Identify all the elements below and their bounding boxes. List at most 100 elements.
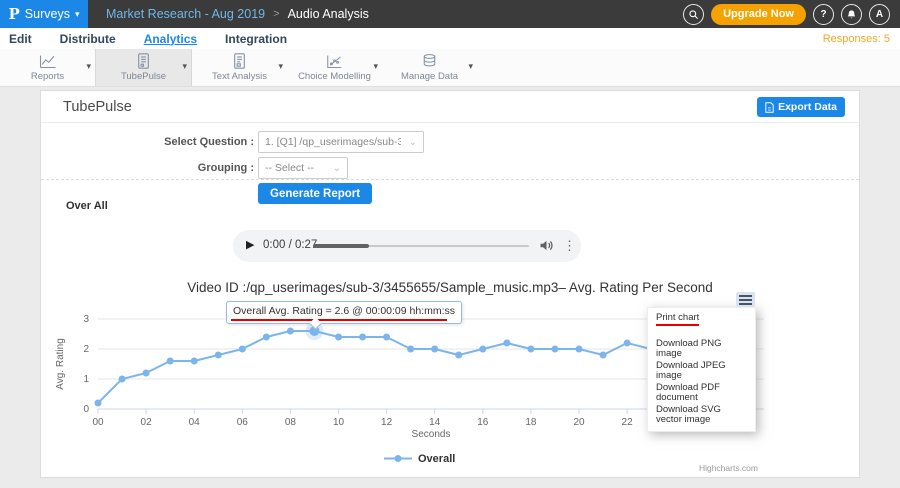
legend-marker-point — [395, 455, 402, 462]
x-tick-label: 04 — [189, 417, 201, 428]
toolbar-tab-manage-data[interactable]: Manage Data ▾ — [382, 49, 477, 86]
y-tick-label: 0 — [83, 404, 89, 415]
tooltip-text: Overall Avg. Rating = 2.6 @ 00:00:09 hh:… — [233, 305, 455, 317]
hamburger-icon — [739, 295, 752, 297]
data-point[interactable] — [263, 334, 270, 341]
toolbar-tab-label: Reports — [31, 71, 64, 82]
data-point[interactable] — [215, 352, 222, 359]
topbar: P Surveys ▾ Market Research - Aug 2019 >… — [0, 0, 900, 28]
menu-item-download-png[interactable]: Download PNG image — [648, 338, 755, 360]
help-button[interactable]: ? — [813, 4, 834, 25]
search-icon — [688, 9, 699, 20]
chart-context-menu: Print chart Download PNG image Download … — [647, 307, 756, 432]
brand-label: Surveys — [25, 7, 70, 21]
data-point[interactable] — [191, 358, 198, 365]
data-point[interactable] — [551, 346, 558, 353]
x-tick-label: 20 — [573, 417, 585, 428]
x-axis-title: Seconds — [412, 429, 451, 440]
data-point[interactable] — [383, 334, 390, 341]
toolbar-tab-label: TubePulse — [121, 71, 166, 82]
y-tick-label: 3 — [83, 314, 89, 325]
chevron-down-icon[interactable]: ▾ — [86, 61, 91, 72]
line-chart-icon — [39, 53, 57, 69]
toolbar-tab-label: Manage Data — [401, 71, 458, 82]
notifications-button[interactable] — [841, 4, 862, 25]
data-point[interactable] — [479, 346, 486, 353]
analytics-toolbar: Reports ▾ TubePulse ▾ Text Analysis ▾ Ch… — [0, 49, 900, 87]
chart-tooltip: Overall Avg. Rating = 2.6 @ 00:00:09 hh:… — [226, 301, 462, 324]
text-document-icon — [233, 53, 246, 69]
toolbar-tab-label: Choice Modelling — [298, 71, 371, 82]
data-point[interactable] — [95, 400, 102, 407]
data-point[interactable] — [143, 370, 150, 377]
toolbar-tab-label: Text Analysis — [212, 71, 267, 82]
tubepulse-panel: TubePulse Export Data Select Question : … — [40, 90, 860, 478]
menu-item-download-jpeg[interactable]: Download JPEG image — [648, 360, 755, 382]
database-icon — [422, 53, 437, 69]
menu-item-print-chart[interactable]: Print chart — [648, 312, 755, 326]
x-tick-label: 08 — [285, 417, 297, 428]
survey-nav: Edit Distribute Analytics Integration Re… — [0, 28, 900, 50]
bell-icon — [846, 9, 857, 20]
data-point[interactable] — [335, 334, 342, 341]
breadcrumb-current: Audio Analysis — [288, 7, 369, 21]
menu-separator — [648, 326, 755, 338]
search-button[interactable] — [683, 4, 704, 25]
x-tick-label: 02 — [141, 417, 153, 428]
account-avatar[interactable]: A — [869, 4, 890, 25]
toolbar-tab-reports[interactable]: Reports ▾ — [0, 49, 95, 86]
breadcrumb-separator: > — [273, 8, 279, 20]
breadcrumb-survey-link[interactable]: Market Research - Aug 2019 — [106, 7, 265, 21]
tooltip-underline — [231, 319, 447, 322]
data-point[interactable] — [600, 352, 607, 359]
nav-edit[interactable]: Edit — [9, 32, 32, 46]
data-point[interactable] — [455, 352, 462, 359]
data-point[interactable] — [431, 346, 438, 353]
x-tick-label: 14 — [429, 417, 441, 428]
upgrade-now-button[interactable]: Upgrade Now — [711, 4, 806, 25]
data-point[interactable] — [287, 328, 294, 335]
data-point[interactable] — [119, 376, 126, 383]
chevron-down-icon[interactable]: ▾ — [468, 61, 473, 72]
surveys-menu-button[interactable]: P Surveys ▾ — [0, 0, 88, 28]
x-tick-label: 00 — [92, 417, 104, 428]
x-tick-label: 22 — [622, 417, 634, 428]
data-point[interactable] — [624, 340, 631, 347]
scatter-chart-icon — [326, 53, 343, 69]
y-axis-title: Avg. Rating — [55, 338, 66, 390]
legend-label: Overall — [418, 453, 455, 465]
highcharts-credit: Highcharts.com — [699, 463, 758, 473]
toolbar-tab-choice-modelling[interactable]: Choice Modelling ▾ — [287, 49, 382, 86]
data-point[interactable] — [527, 346, 534, 353]
toolbar-tab-tubepulse[interactable]: TubePulse ▾ — [95, 49, 192, 86]
x-tick-label: 16 — [477, 417, 489, 428]
x-tick-label: 10 — [333, 417, 345, 428]
chevron-down-icon[interactable]: ▾ — [278, 61, 283, 72]
data-point[interactable] — [167, 358, 174, 365]
chevron-down-icon: ▾ — [75, 9, 80, 20]
data-point[interactable] — [359, 334, 366, 341]
y-tick-label: 2 — [83, 344, 89, 355]
pulse-report-icon — [137, 53, 150, 69]
questionpro-logo-icon: P — [9, 7, 20, 22]
topbar-actions: Upgrade Now ? A — [683, 4, 900, 25]
x-tick-label: 12 — [381, 417, 393, 428]
x-tick-label: 06 — [237, 417, 249, 428]
data-point[interactable] — [239, 346, 246, 353]
responses-count: Responses: 5 — [823, 33, 890, 45]
nav-integration[interactable]: Integration — [225, 32, 287, 46]
menu-item-download-pdf[interactable]: Download PDF document — [648, 382, 755, 404]
nav-distribute[interactable]: Distribute — [60, 32, 116, 46]
toolbar-tab-text-analysis[interactable]: Text Analysis ▾ — [192, 49, 287, 86]
data-point[interactable] — [503, 340, 510, 347]
data-point[interactable] — [407, 346, 414, 353]
chevron-down-icon[interactable]: ▾ — [182, 61, 187, 72]
breadcrumb: Market Research - Aug 2019 > Audio Analy… — [106, 7, 369, 21]
x-tick-label: 18 — [525, 417, 537, 428]
data-point[interactable] — [576, 346, 583, 353]
nav-analytics[interactable]: Analytics — [144, 32, 197, 46]
chart-context-menu-button[interactable] — [736, 292, 755, 307]
y-tick-label: 1 — [83, 374, 89, 385]
menu-item-download-svg[interactable]: Download SVG vector image — [648, 404, 755, 426]
chevron-down-icon[interactable]: ▾ — [373, 61, 378, 72]
